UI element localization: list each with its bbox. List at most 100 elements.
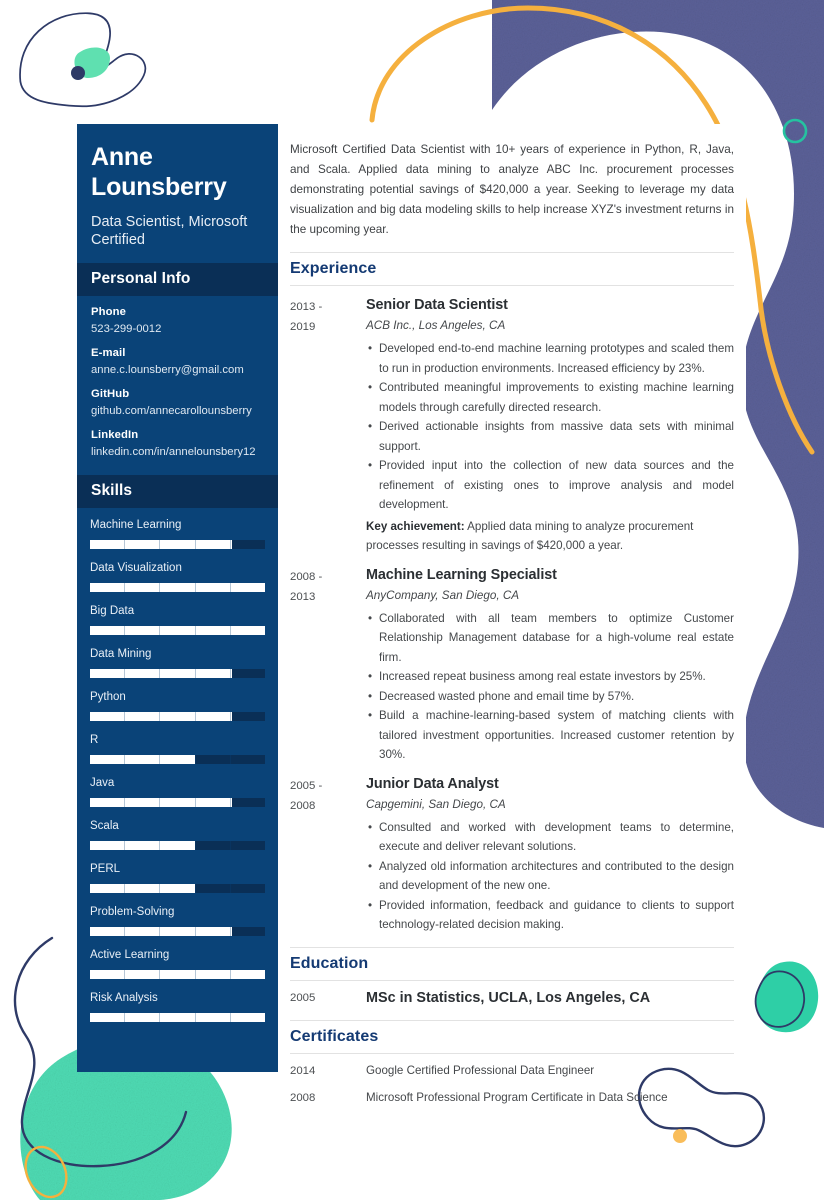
skill-tick-marks (90, 626, 265, 635)
certificate-row-year: 2014 (290, 1064, 316, 1077)
skill-label: Machine Learning (90, 519, 182, 531)
skill-label: Data Mining (90, 648, 152, 660)
skill-item: Python (90, 690, 265, 721)
contact-value[interactable]: anne.c.lounsberry@gmail.com (91, 362, 264, 378)
experience-bullet: Derived actionable insights from massive… (366, 417, 734, 456)
certificate-row-text: Microsoft Professional Program Certifica… (366, 1090, 668, 1104)
experience-bullet-list: Collaborated with all team members to op… (366, 609, 734, 765)
experience-dates: 2005 - 2008 (290, 774, 366, 935)
skill-level-bar (90, 970, 265, 979)
resume-page: Anne Lounsberry Data Scientist, Microsof… (0, 0, 824, 1200)
skill-tick-marks (90, 970, 265, 979)
experience-list: 2013 - 2019 Senior Data Scientist ACB Inc.,… (290, 286, 734, 935)
contact-value[interactable]: linkedin.com/in/annelounsbery12 (91, 444, 264, 460)
experience-bullet: Provided input into the collection of ne… (366, 456, 734, 515)
skill-item: PERL (90, 862, 265, 893)
certificates-list: 2014 Google Certified Professional Data E… (290, 1054, 734, 1108)
skill-level-bar (90, 798, 265, 807)
skill-label: Java (90, 777, 115, 789)
contact-label: E-mail (91, 347, 126, 359)
decor-comma-outline-top-left (19, 12, 147, 108)
experience-bullet: Consulted and worked with development te… (366, 818, 734, 857)
skill-label: Active Learning (90, 949, 170, 961)
experience-body: Senior Data Scientist ACB Inc., Los Angel… (366, 295, 734, 556)
personal-info-heading: Personal Info (77, 263, 278, 296)
skill-item: R (90, 733, 265, 764)
skill-label: Big Data (90, 605, 135, 617)
decor-navy-dot-top-left (71, 66, 85, 80)
contact-item-email: E-mail anne.c.lounsberry@gmail.com (91, 346, 264, 378)
contact-label: LinkedIn (91, 429, 139, 441)
sidebar: Anne Lounsberry Data Scientist, Microsof… (77, 124, 278, 1072)
skills-list: Machine Learning Data Visualization Big Da… (77, 508, 278, 1022)
skill-item: Java (90, 776, 265, 807)
skill-label: PERL (90, 863, 121, 875)
skill-item: Big Data (90, 604, 265, 635)
experience-date-start: 2013 - (290, 301, 323, 313)
contact-label: GitHub (91, 388, 130, 400)
experience-bullet: Collaborated with all team members to op… (366, 609, 734, 668)
section-heading-experience: Experience (290, 252, 734, 286)
experience-bullet: Provided information, feedback and guida… (366, 896, 734, 935)
skill-label: Problem-Solving (90, 906, 175, 918)
skill-tick-marks (90, 540, 265, 549)
experience-role-title: Junior Data Analyst (366, 775, 499, 792)
decor-teal-circle-outline (782, 118, 808, 144)
experience-bullet: Analyzed old information architectures a… (366, 857, 734, 896)
contact-list: Phone 523-299-0012 E-mail anne.c.lounsbe… (77, 296, 278, 475)
name-block: Anne Lounsberry (77, 124, 278, 204)
experience-body: Machine Learning Specialist AnyCompany, S… (366, 565, 734, 765)
contact-item-phone: Phone 523-299-0012 (91, 305, 264, 337)
skill-label: Scala (90, 820, 119, 832)
skill-level-bar (90, 583, 265, 592)
candidate-job-title: Data Scientist, Microsoft Certified (91, 214, 248, 248)
experience-company: ACB Inc., Los Angeles, CA (366, 319, 506, 332)
skill-tick-marks (90, 884, 265, 893)
skills-heading: Skills (77, 475, 278, 508)
contact-item-linkedin: LinkedIn linkedin.com/in/annelounsbery12 (91, 428, 264, 460)
skill-label: R (90, 734, 99, 746)
skill-level-bar (90, 626, 265, 635)
experience-company: Capgemini, San Diego, CA (366, 797, 506, 811)
skill-item: Data Visualization (90, 561, 265, 592)
experience-dates: 2008 - 2013 (290, 565, 366, 765)
experience-date-start: 2008 - (290, 570, 323, 583)
skill-label: Data Visualization (90, 562, 182, 574)
experience-date-end: 2013 (290, 590, 316, 603)
skill-tick-marks (90, 583, 265, 592)
skill-tick-marks (90, 798, 265, 807)
certificate-row: 2008 Microsoft Professional Program Certi… (290, 1081, 734, 1108)
candidate-name-line1: Anne (91, 143, 153, 171)
experience-entry: 2008 - 2013 Machine Learning Specialist Any… (290, 556, 734, 765)
decor-teal-blob-bottom-right (754, 961, 819, 1033)
skill-level-bar (90, 755, 265, 764)
contact-item-github: GitHub github.com/annecarollounsberry (91, 387, 264, 419)
key-achievement: Key achievement: Applied data mining to … (366, 517, 734, 556)
skill-tick-marks (90, 669, 265, 678)
contact-value[interactable]: 523-299-0012 (91, 321, 264, 337)
key-achievement-label: Key achievement: (366, 519, 465, 533)
experience-dates: 2013 - 2019 (290, 295, 366, 556)
experience-date-start: 2005 - (290, 779, 323, 792)
skill-label: Python (90, 691, 126, 703)
contact-value[interactable]: github.com/annecarollounsberry (91, 403, 264, 419)
decor-orange-arc-lower (757, 297, 815, 455)
skill-tick-marks (90, 841, 265, 850)
experience-bullet: Decreased wasted phone and email time by… (366, 687, 734, 707)
certificate-row-year: 2008 (290, 1091, 316, 1104)
experience-bullet: Contributed meaningful improvements to e… (366, 378, 734, 417)
skill-tick-marks (90, 712, 265, 721)
experience-bullet: Build a machine-learning-based system of… (366, 706, 734, 765)
skill-tick-marks (90, 1013, 265, 1022)
skill-level-bar (90, 927, 265, 936)
skill-level-bar (90, 841, 265, 850)
experience-role-title: Senior Data Scientist (366, 297, 508, 313)
certificate-row: 2014 Google Certified Professional Data E… (290, 1054, 734, 1081)
education-row-year: 2005 (290, 991, 316, 1004)
skill-level-bar (90, 712, 265, 721)
section-heading-education: Education (290, 946, 734, 981)
skill-tick-marks (90, 755, 265, 764)
experience-bullet: Increased repeat business among real est… (366, 667, 734, 687)
section-heading-certificates: Certificates (290, 1019, 734, 1054)
candidate-name-line2: Lounsberry (91, 173, 227, 201)
